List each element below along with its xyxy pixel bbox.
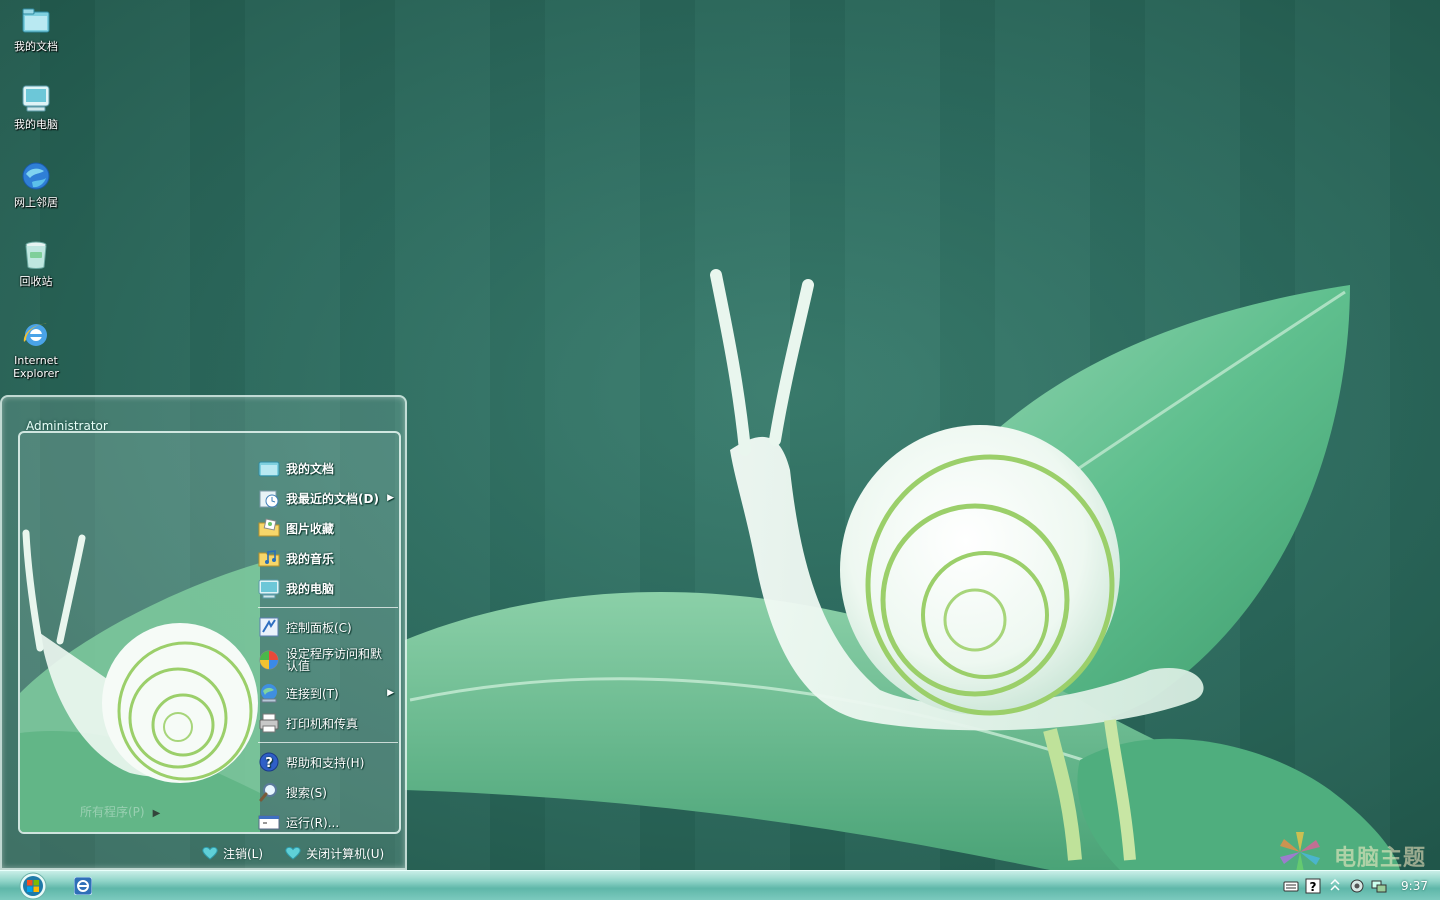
menu-item-program-access[interactable]: 设定程序访问和默认值: [254, 642, 399, 678]
network-status-icon[interactable]: [1371, 878, 1387, 894]
menu-item-label: 图片收藏: [286, 521, 335, 536]
my-computer-icon: [258, 579, 280, 599]
svg-text:?: ?: [265, 756, 273, 771]
logoff-button[interactable]: 注销(L): [202, 845, 263, 862]
menu-item-label: 搜索(S): [286, 785, 327, 800]
menu-separator: [258, 742, 398, 743]
desktop-icon-label: 我的文档: [14, 40, 58, 53]
keyboard-icon[interactable]: [1283, 878, 1299, 894]
menu-item-label: 打印机和传真: [286, 716, 359, 731]
help-icon[interactable]: ?: [1305, 878, 1321, 894]
start-menu-places: 我的文档 我最近的文档(D) ▶ 图片收藏 我的音乐 我的电脑 控制面板(C) …: [254, 453, 399, 832]
pictures-folder-icon: [258, 518, 280, 537]
start-button[interactable]: [18, 872, 48, 900]
connect-to-icon: [261, 684, 277, 703]
start-menu-art: [20, 529, 260, 832]
menu-item-my-computer[interactable]: 我的电脑: [254, 573, 399, 603]
quick-launch-ie-icon[interactable]: [74, 877, 92, 895]
recycle-bin-icon: [25, 241, 47, 269]
network-icon: [22, 162, 50, 190]
help-icon: ?: [259, 752, 279, 772]
chevron-right-icon: ▶: [387, 493, 394, 503]
music-folder-icon: [258, 550, 280, 567]
menu-item-control-panel[interactable]: 控制面板(C): [254, 612, 399, 642]
printer-icon: [259, 713, 279, 733]
menu-item-label: 我最近的文档(D): [286, 491, 379, 506]
svg-text:?: ?: [1310, 880, 1317, 894]
menu-item-search[interactable]: 搜索(S): [254, 777, 399, 807]
chevron-right-icon: ▶: [387, 688, 394, 698]
run-icon: [258, 815, 280, 830]
control-panel-icon: [259, 617, 279, 637]
taskbar: ? 9:37: [0, 870, 1440, 900]
program-access-icon: [259, 650, 279, 670]
all-programs-label: 所有程序(P): [80, 805, 145, 819]
menu-item-run[interactable]: 运行(R)...: [254, 807, 399, 832]
desktop-icon-my-documents[interactable]: 我的文档: [0, 4, 72, 53]
menu-item-my-documents[interactable]: 我的文档: [254, 453, 399, 483]
desktop-icon-recycle-bin[interactable]: 回收站: [0, 239, 72, 288]
menu-item-label: 连接到(T): [286, 686, 339, 701]
start-menu-footer: 注销(L) 关闭计算机(U): [202, 842, 402, 864]
search-icon: [259, 783, 277, 802]
internet-explorer-icon: [23, 323, 48, 346]
recent-documents-icon: [259, 490, 279, 508]
menu-item-recent-documents[interactable]: 我最近的文档(D) ▶: [254, 483, 399, 513]
menu-item-label: 我的文档: [286, 461, 335, 476]
watermark: 电脑主题: [1268, 828, 1440, 872]
menu-item-connect-to[interactable]: 连接到(T) ▶: [254, 678, 399, 708]
menu-item-label: 我的音乐: [286, 551, 335, 566]
menu-item-my-music[interactable]: 我的音乐: [254, 543, 399, 573]
shutdown-icon: [285, 846, 301, 860]
menu-item-label: 运行(R)...: [286, 815, 340, 830]
menu-item-printers[interactable]: 打印机和传真: [254, 708, 399, 738]
menu-separator: [258, 607, 398, 608]
pinwheel-logo: [1280, 832, 1320, 872]
chevron-right-icon: ▶: [152, 808, 161, 819]
start-menu-panel: 所有程序(P) ▶ 我的文档 我最近的文档(D) ▶ 图片收藏 我的音乐 我的电…: [18, 431, 401, 834]
volume-icon[interactable]: [1349, 878, 1365, 894]
my-documents-icon: [258, 461, 280, 477]
desktop-icon-internet-explorer[interactable]: Internet Explorer: [0, 318, 72, 380]
logoff-icon: [202, 846, 218, 860]
all-programs-button[interactable]: 所有程序(P) ▶: [80, 803, 160, 820]
shutdown-label: 关闭计算机(U): [306, 846, 385, 861]
menu-item-label: 帮助和支持(H): [286, 755, 365, 770]
shutdown-button[interactable]: 关闭计算机(U): [285, 845, 384, 862]
desktop-icon-label: 网上邻居: [14, 196, 58, 209]
desktop-icon-my-computer[interactable]: 我的电脑: [0, 82, 72, 131]
start-menu: Administrator 所有程序(P) ▶ 我的文档 我最近的文档(D) ▶…: [0, 395, 407, 870]
menu-item-label: 我的电脑: [286, 581, 335, 596]
my-computer-icon: [22, 85, 50, 112]
tray-expand-icon[interactable]: [1327, 878, 1343, 894]
menu-item-label: 控制面板(C): [286, 620, 352, 635]
system-tray: ? 9:37: [1270, 871, 1440, 900]
menu-item-pictures[interactable]: 图片收藏: [254, 513, 399, 543]
desktop-icon-label: 我的电脑: [14, 118, 58, 131]
desktop-icon-network[interactable]: 网上邻居: [0, 160, 72, 209]
clock[interactable]: 9:37: [1401, 879, 1428, 893]
menu-item-help[interactable]: ? 帮助和支持(H): [254, 747, 399, 777]
watermark-text: 电脑主题: [1334, 846, 1427, 871]
desktop-icon-label: Internet Explorer: [13, 354, 59, 380]
menu-item-label: 设定程序访问和默认值: [286, 647, 383, 673]
my-documents-icon: [22, 8, 50, 33]
logoff-label: 注销(L): [223, 846, 264, 861]
desktop-icon-label: 回收站: [19, 275, 53, 288]
